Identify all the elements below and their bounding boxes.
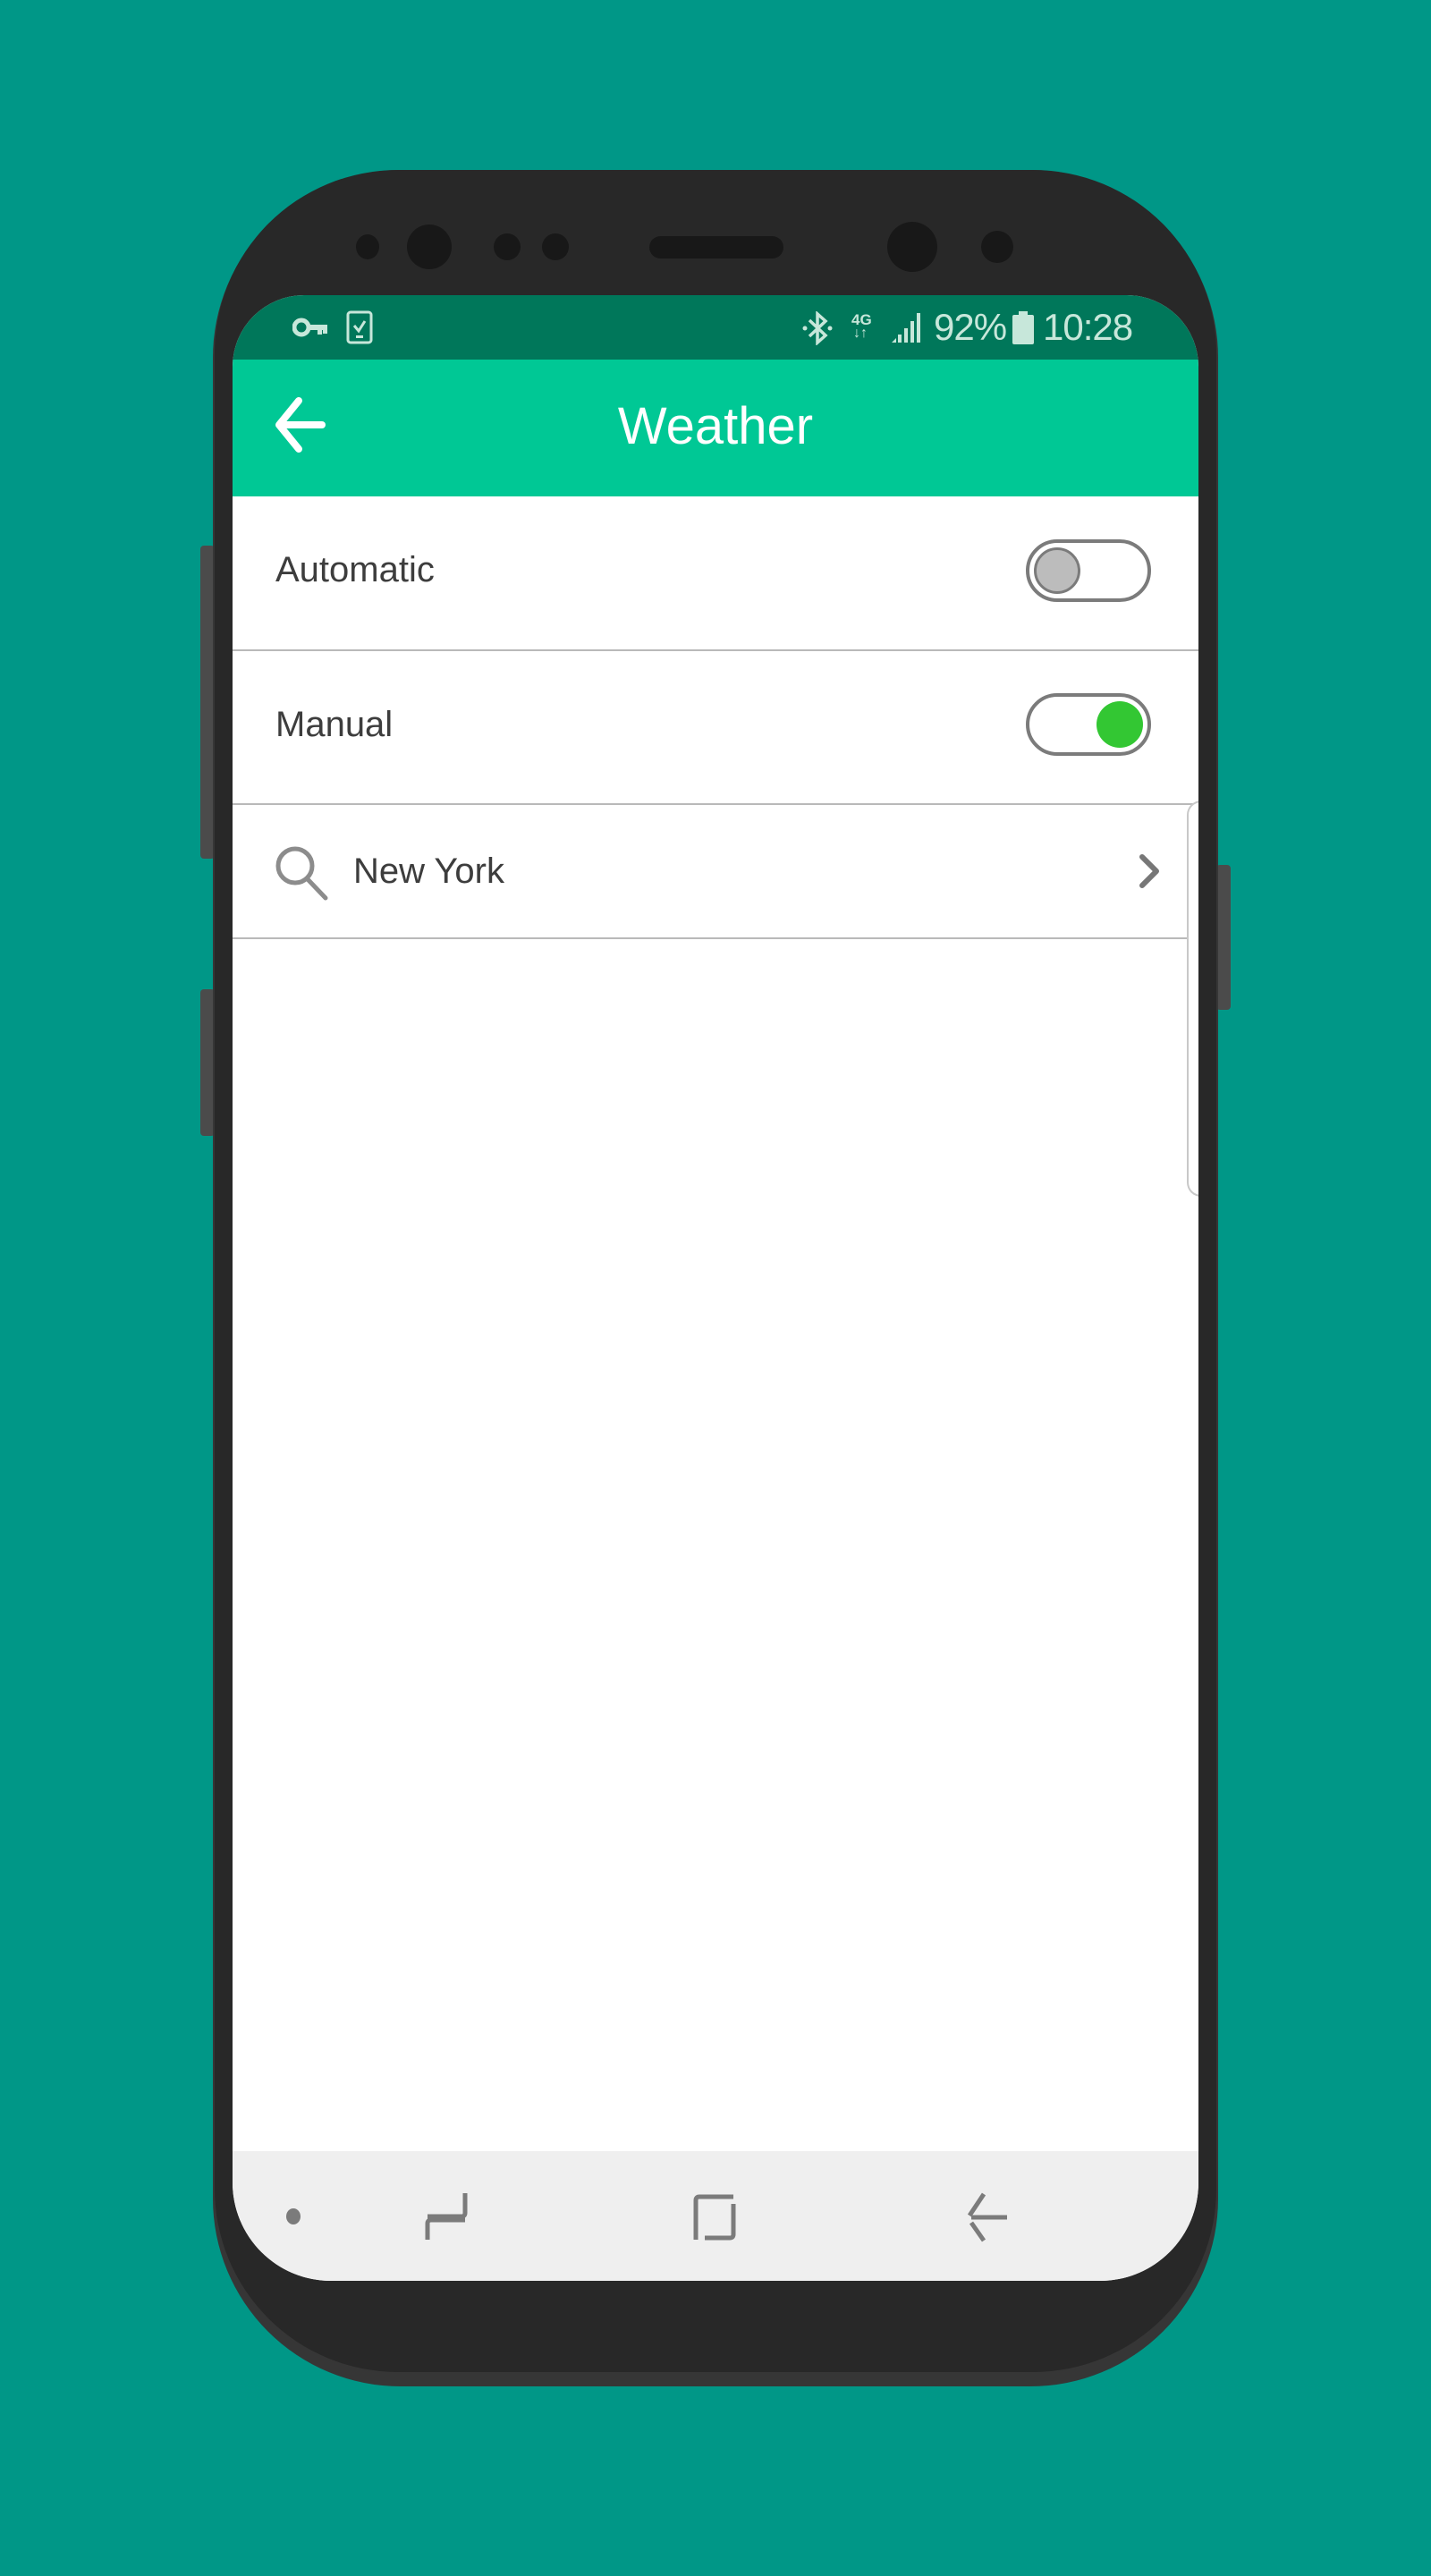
power-button[interactable] [1216,865,1231,1010]
iris-camera [407,225,452,269]
data-arrows-icon: ↓↑ [853,326,868,341]
manual-label: Manual [275,705,394,744]
home-icon[interactable] [692,2193,737,2241]
bluetooth-icon [802,311,833,345]
sensor-dot [981,231,1013,263]
vpn-key-icon [292,318,327,337]
clock: 10:28 [1043,306,1133,348]
app-bar: Weather [233,360,1198,496]
location-value: New York [353,852,504,891]
device-check-icon [346,310,373,344]
battery-icon [1012,311,1034,344]
location-row[interactable]: New York [233,805,1198,939]
dot-indicator [286,2208,301,2224]
search-icon [275,846,328,901]
network-4g-icon: 4G ↓↑ [851,311,872,341]
front-camera [887,222,937,272]
automatic-label: Automatic [275,550,435,589]
sensor-dot [542,233,569,260]
earpiece-speaker [649,236,783,258]
recent-apps-icon[interactable] [424,2191,469,2241]
automatic-toggle[interactable] [1026,539,1151,602]
sensor-dot [494,233,521,260]
navigation-bar [233,2151,1198,2281]
status-bar: 4G ↓↑ 92% 10:28 [233,295,1198,360]
sensor-dot [356,234,379,259]
manual-toggle[interactable] [1026,693,1151,756]
toggle-knob [1034,547,1080,594]
back-icon[interactable] [964,2192,1009,2242]
automatic-row[interactable]: Automatic [233,496,1198,651]
manual-row[interactable]: Manual [233,651,1198,805]
signal-icon [892,313,920,343]
toggle-knob [1097,701,1143,748]
edge-panel-handle[interactable] [1187,801,1198,1197]
page-title: Weather [617,397,814,455]
chevron-right-icon[interactable] [1138,853,1161,889]
phone-screen: 4G ↓↑ 92% 10:28 Weather Automatic Manual… [233,295,1198,2281]
battery-percent: 92% [934,306,1007,348]
